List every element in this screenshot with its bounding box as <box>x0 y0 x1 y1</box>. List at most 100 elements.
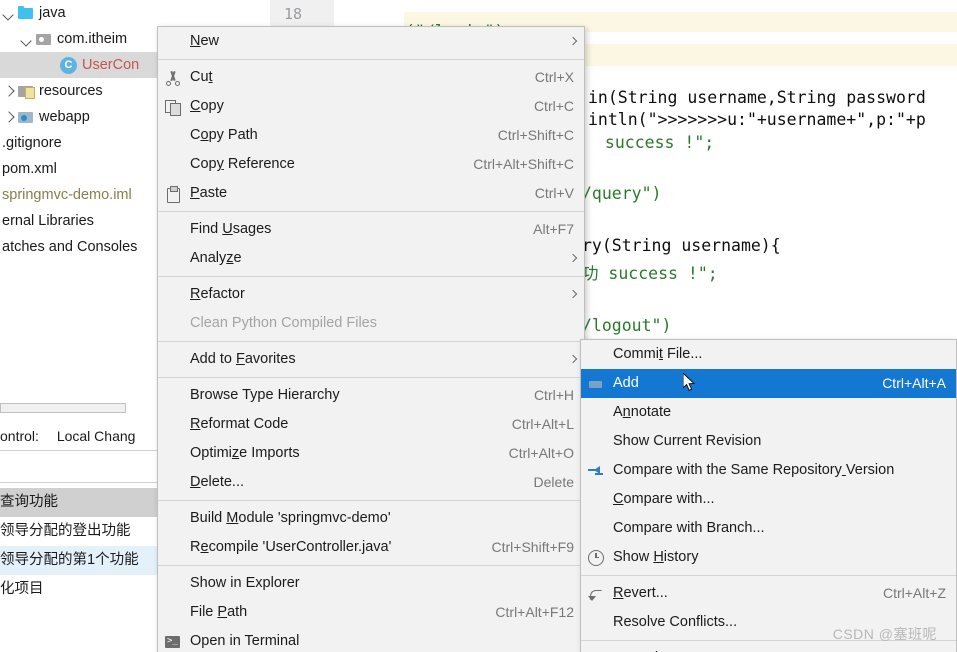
menu-item-add[interactable]: Add Ctrl+Alt+A <box>581 369 956 398</box>
copy-icon <box>165 99 181 116</box>
menu-item-label: Compare with Branch... <box>613 520 765 536</box>
menu-item-shortcut: Ctrl+Shift+F9 <box>491 539 574 555</box>
local-changes-tab[interactable]: Local Chang <box>43 428 136 444</box>
menu-item-label: Refactor <box>190 286 245 302</box>
commit-list-item[interactable]: 领导分配的第1个功能 <box>0 546 158 575</box>
git-submenu[interactable]: Commit File... Add Ctrl+Alt+A Annotate Show … <box>580 339 957 652</box>
menu-item-new[interactable]: New <box>158 27 584 56</box>
menu-item-label: Show History <box>613 549 699 565</box>
tree-item[interactable]: webapp <box>0 104 158 130</box>
package-icon <box>36 31 52 47</box>
tree-item-label: UserCon <box>82 57 140 73</box>
csdn-watermark: CSDN @塞班呢 <box>832 626 937 642</box>
menu-item-clean-python-compiled-files: Clean Python Compiled Files <box>158 309 584 338</box>
commit-list-item[interactable]: 领导分配的登出功能 <box>0 517 158 546</box>
tree-item[interactable]: C UserCon <box>0 52 158 78</box>
commit-list-item[interactable]: 化项目 <box>0 575 158 604</box>
menu-item-optimize-imports[interactable]: Optimize Imports Ctrl+Alt+O <box>158 439 584 468</box>
menu-item-label: Revert... <box>613 585 668 601</box>
menu-item-shortcut: Ctrl+Alt+L <box>511 416 574 432</box>
menu-item-label: Clean Python Compiled Files <box>190 315 377 331</box>
file-context-menu[interactable]: New Cut Ctrl+X Copy Ctrl+C Copy Path Ctrl+Shif… <box>157 26 585 652</box>
code-line-7: /logout") <box>582 316 672 335</box>
terminal-icon <box>165 634 181 650</box>
menu-item-compare-with-branch[interactable]: Compare with Branch... <box>581 514 956 543</box>
menu-item-label: Paste <box>190 185 228 201</box>
menu-item-show-history[interactable]: Show History <box>581 543 956 572</box>
menu-item-copy-path[interactable]: Copy Path Ctrl+Shift+C <box>158 121 584 150</box>
code-line-1: in(String username,String password <box>588 88 926 107</box>
menu-item-shortcut: Delete <box>533 474 574 490</box>
menu-item-label: Copy Path <box>190 127 258 143</box>
tree-item[interactable]: java <box>0 0 158 26</box>
revert-icon <box>588 586 604 602</box>
menu-item-build-module-springmvc-demo[interactable]: Build Module 'springmvc-demo' <box>158 504 584 533</box>
compare-icon <box>588 463 604 479</box>
add-icon <box>588 376 604 392</box>
menu-item-delete[interactable]: Delete... Delete <box>158 468 584 497</box>
menu-item-add-to-favorites[interactable]: Add to Favorites <box>158 345 584 374</box>
chevron-down-icon[interactable] <box>2 7 15 20</box>
chevron-down-icon[interactable] <box>20 33 33 46</box>
menu-item-shortcut: Ctrl+H <box>533 387 574 403</box>
code-line-4: /query") <box>582 184 662 203</box>
menu-item-revert[interactable]: Revert... Ctrl+Alt+Z <box>581 579 956 608</box>
menu-item-show-in-explorer[interactable]: Show in Explorer <box>158 569 584 598</box>
menu-item-label: Show in Explorer <box>190 575 300 591</box>
menu-item-paste[interactable]: Paste Ctrl+V <box>158 179 584 208</box>
chevron-right-icon[interactable] <box>2 111 15 124</box>
menu-item-label: Add to Favorites <box>190 351 296 367</box>
menu-item-label: Annotate <box>613 404 672 420</box>
tree-item[interactable]: .gitignore <box>0 130 158 156</box>
menu-item-shortcut: Ctrl+Alt+Shift+C <box>473 156 574 172</box>
horizontal-scrollbar[interactable] <box>0 403 126 413</box>
menu-item-shortcut: Ctrl+C <box>533 98 574 114</box>
resources-folder-icon <box>18 83 35 99</box>
tree-item[interactable]: ernal Libraries <box>0 208 158 234</box>
tree-item[interactable]: springmvc-demo.iml <box>0 182 158 208</box>
menu-item-find-usages[interactable]: Find Usages Alt+F7 <box>158 215 584 244</box>
tree-item-label: resources <box>39 83 103 99</box>
chevron-right-icon[interactable] <box>2 85 15 98</box>
menu-item-cut[interactable]: Cut Ctrl+X <box>158 63 584 92</box>
tree-item[interactable]: pom.xml <box>0 156 158 182</box>
menu-item-label: Build Module 'springmvc-demo' <box>190 510 391 526</box>
menu-item-open-in-terminal[interactable]: Open in Terminal <box>158 627 584 652</box>
version-control-toolbar <box>0 452 158 483</box>
tree-item-label: webapp <box>39 109 90 125</box>
menu-item-label: New <box>190 33 220 49</box>
menu-item-label: Repository <box>613 644 946 652</box>
menu-item-reformat-code[interactable]: Reformat Code Ctrl+Alt+L <box>158 410 584 439</box>
commit-list-item[interactable]: 查询功能 <box>0 488 158 517</box>
menu-separator <box>158 500 584 501</box>
menu-item-browse-type-hierarchy[interactable]: Browse Type Hierarchy Ctrl+H <box>158 381 584 410</box>
menu-item-label: Find Usages <box>190 221 272 237</box>
menu-item-commit-file[interactable]: Commit File... <box>581 340 956 369</box>
menu-item-compare-with[interactable]: Compare with... <box>581 485 956 514</box>
menu-item-label: Open in Terminal <box>190 633 300 649</box>
code-line-6: 功 success !"; <box>582 264 718 283</box>
commit-message: 查询功能 <box>0 494 58 510</box>
menu-item-compare-with-the-same-repository-version[interactable]: Compare with the Same Repository Version <box>581 456 956 485</box>
version-control-tool-window[interactable]: ontrol: Local Chang 查询功能 领导分配的登出功能 领导分配的第1… <box>0 395 158 652</box>
menu-item-copy-reference[interactable]: Copy Reference Ctrl+Alt+Shift+C <box>158 150 584 179</box>
tree-item-label: java <box>39 5 66 21</box>
menu-item-repository[interactable]: Repository <box>581 644 956 652</box>
menu-item-show-current-revision[interactable]: Show Current Revision <box>581 427 956 456</box>
menu-item-analyze[interactable]: Analyze <box>158 244 584 273</box>
menu-item-annotate[interactable]: Annotate <box>581 398 956 427</box>
tree-item[interactable]: resources <box>0 78 158 104</box>
project-tool-window[interactable]: java com.itheim C UserCon resources webapp .gi… <box>0 0 158 395</box>
tree-item[interactable]: atches and Consoles <box>0 234 158 260</box>
menu-item-recompile-usercontroller-java[interactable]: Recompile 'UserController.java' Ctrl+Shif… <box>158 533 584 562</box>
tree-item[interactable]: com.itheim <box>0 26 158 52</box>
menu-item-file-path[interactable]: File Path Ctrl+Alt+F12 <box>158 598 584 627</box>
commit-message: 领导分配的登出功能 <box>0 523 131 539</box>
history-icon <box>588 549 604 566</box>
menu-item-label: Reformat Code <box>190 416 289 432</box>
menu-item-refactor[interactable]: Refactor <box>158 280 584 309</box>
menu-item-copy[interactable]: Copy Ctrl+C <box>158 92 584 121</box>
menu-item-label: Add <box>613 375 639 391</box>
commit-message: 领导分配的第1个功能 <box>0 552 139 568</box>
